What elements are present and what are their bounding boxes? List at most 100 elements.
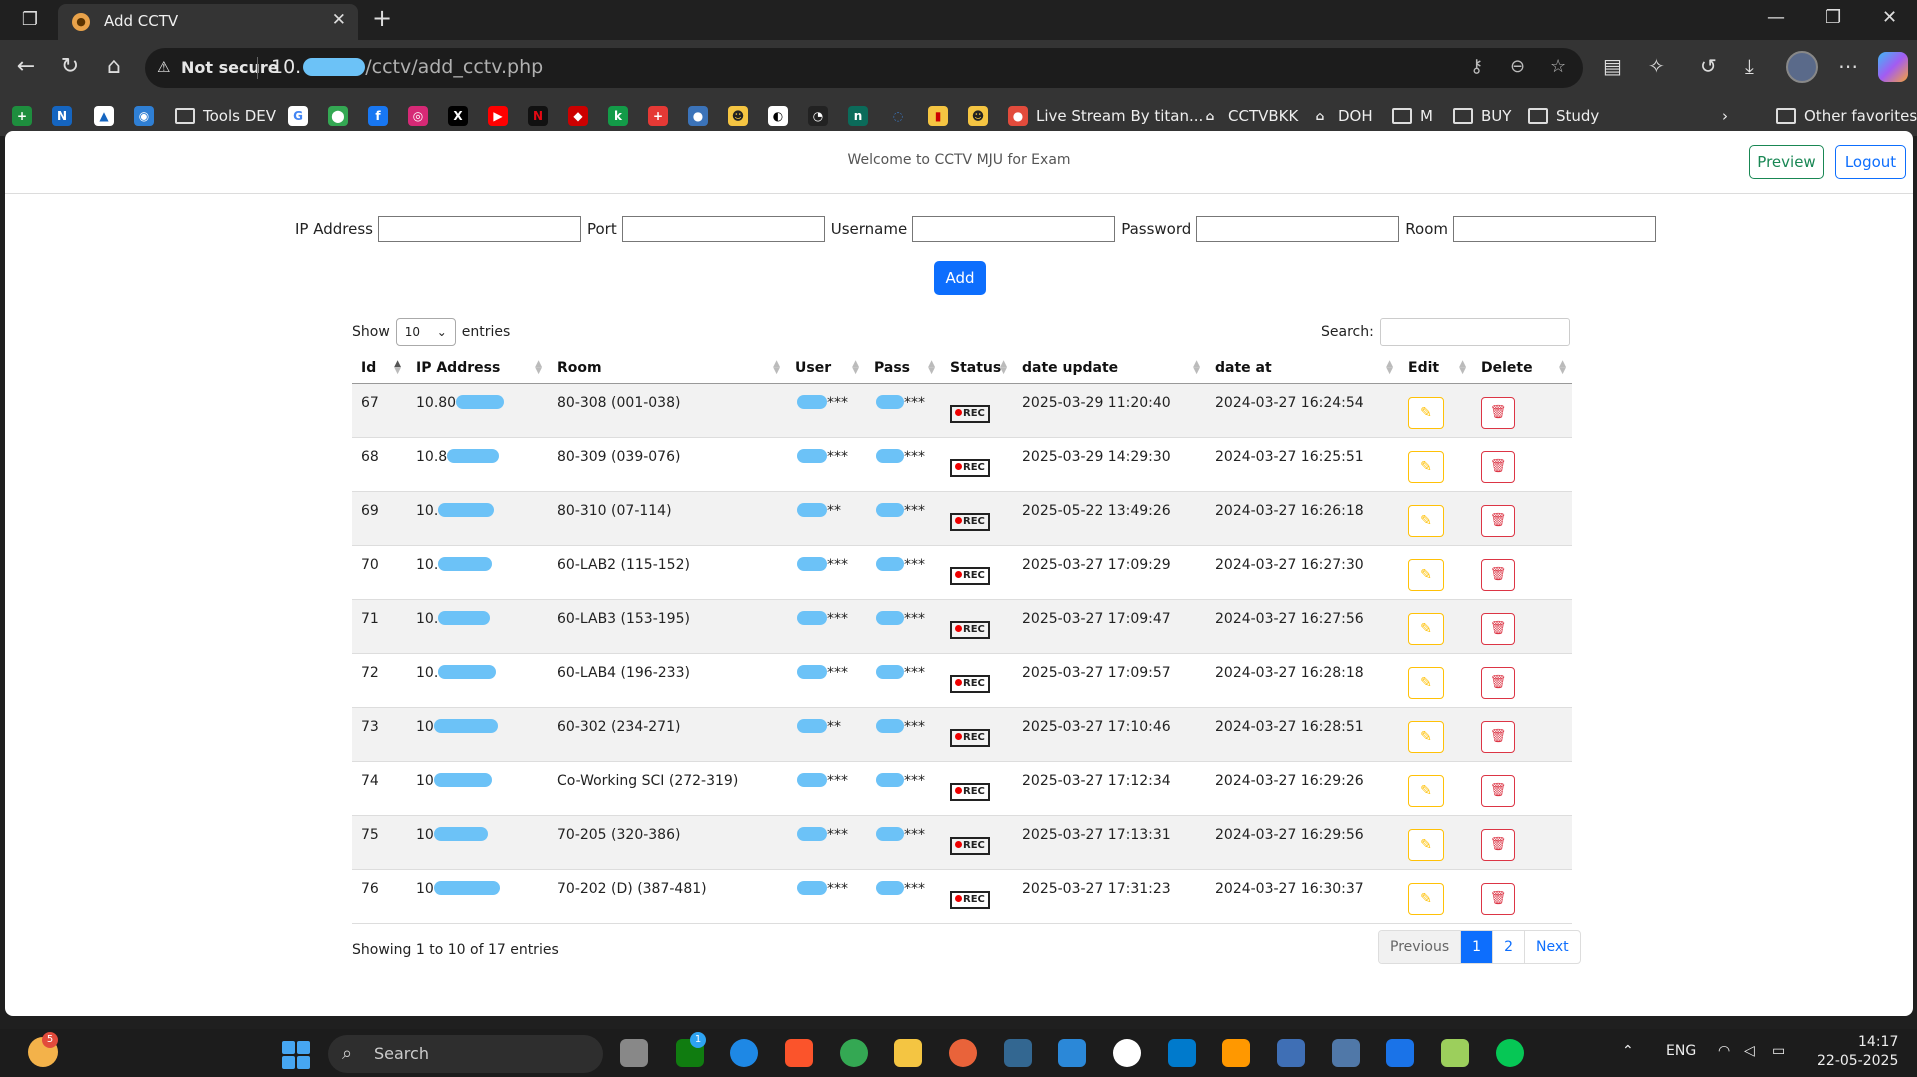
n8n-fav-icon[interactable]: n bbox=[848, 104, 868, 128]
postgres-icon[interactable] bbox=[1004, 1039, 1032, 1067]
restore-icon[interactable]: ❐ bbox=[1825, 7, 1841, 28]
line-icon[interactable] bbox=[1496, 1039, 1524, 1067]
bookmark-live-stream[interactable]: ● Live Stream By titan... bbox=[1008, 104, 1203, 128]
file-explorer-icon[interactable] bbox=[894, 1039, 922, 1067]
column-header[interactable]: Edit ▲ ▼ bbox=[1399, 353, 1472, 384]
notepad-icon[interactable] bbox=[1058, 1039, 1086, 1067]
workspaces-icon[interactable]: ❐ bbox=[18, 8, 42, 32]
language-indicator[interactable]: ENG bbox=[1666, 1043, 1696, 1059]
edit-button[interactable]: ✎ bbox=[1408, 450, 1444, 483]
bookmark-folder-tools-dev[interactable]: Tools DEV bbox=[175, 104, 276, 128]
bookmark-doh[interactable]: ⌂ DOH bbox=[1310, 104, 1373, 128]
sheets-fav-icon[interactable]: + bbox=[12, 104, 32, 128]
delete-button[interactable]: 🗑 bbox=[1481, 558, 1515, 591]
netflix-fav-icon[interactable]: N bbox=[528, 104, 548, 128]
username-input[interactable] bbox=[912, 216, 1116, 242]
delete-button[interactable]: 🗑 bbox=[1481, 504, 1515, 537]
bookmark-cctvbkk[interactable]: ⌂ CCTVBKK bbox=[1200, 104, 1299, 128]
home-icon[interactable]: ⌂ bbox=[100, 54, 128, 79]
address-bar[interactable]: ⚠ Not secure 10. /cctv/add_cctv.php ⚷ ⊖ ☆ bbox=[145, 48, 1583, 88]
delete-button[interactable]: 🗑 bbox=[1481, 828, 1515, 861]
browser-tab[interactable]: ● Add CCTV ✕ bbox=[58, 4, 358, 40]
delete-button[interactable]: 🗑 bbox=[1481, 396, 1515, 429]
profile-avatar[interactable] bbox=[1786, 51, 1818, 83]
logout-button[interactable]: Logout bbox=[1835, 145, 1906, 179]
page-2-button[interactable]: 2 bbox=[1493, 931, 1526, 963]
green-fav-icon[interactable]: k bbox=[608, 104, 628, 128]
bookmark-folder-buy[interactable]: BUY bbox=[1453, 104, 1511, 128]
bookmark-folder-study[interactable]: Study bbox=[1528, 104, 1599, 128]
battery-icon[interactable]: ▭ bbox=[1772, 1043, 1785, 1059]
photos-icon[interactable] bbox=[949, 1039, 977, 1067]
vscode-icon[interactable] bbox=[1168, 1039, 1196, 1067]
x-fav-icon[interactable]: X bbox=[448, 104, 468, 128]
edit-button[interactable]: ✎ bbox=[1408, 504, 1444, 537]
key-icon[interactable]: ⚷ bbox=[1470, 56, 1483, 77]
bookmark-folder-m[interactable]: M bbox=[1392, 104, 1433, 128]
delete-button[interactable]: 🗑 bbox=[1481, 450, 1515, 483]
url-text[interactable]: 10. /cctv/add_cctv.php bbox=[271, 56, 543, 78]
wifi-icon[interactable]: ◠ bbox=[1718, 1043, 1730, 1059]
column-header[interactable]: date at ▲ ▼ bbox=[1206, 353, 1399, 384]
ip-address-input[interactable] bbox=[377, 216, 581, 242]
github-fav-icon[interactable]: ◐ bbox=[768, 104, 788, 128]
edit-button[interactable]: ✎ bbox=[1408, 396, 1444, 429]
gh2-fav-icon[interactable]: ☻ bbox=[968, 104, 988, 128]
start-button[interactable] bbox=[282, 1041, 310, 1069]
next-page-button[interactable]: Next bbox=[1525, 931, 1580, 963]
delete-button[interactable]: 🗑 bbox=[1481, 666, 1515, 699]
delete-button[interactable]: 🗑 bbox=[1481, 882, 1515, 915]
password-input[interactable] bbox=[1196, 216, 1400, 242]
edge-icon[interactable] bbox=[730, 1039, 758, 1067]
flag-fav-icon[interactable]: ▮ bbox=[928, 104, 948, 128]
column-header[interactable]: Delete ▲ ▼ bbox=[1472, 353, 1572, 384]
window-close-icon[interactable]: ✕ bbox=[1882, 7, 1897, 28]
more-menu-icon[interactable]: ⋯ bbox=[1838, 54, 1858, 78]
cross-fav-icon[interactable]: + bbox=[648, 104, 668, 128]
port-input[interactable] bbox=[621, 216, 825, 242]
google-fav-icon[interactable]: G bbox=[288, 104, 308, 128]
maps-fav-icon[interactable]: ⬤ bbox=[328, 104, 348, 128]
remote-desktop-icon[interactable] bbox=[1277, 1039, 1305, 1067]
edit-button[interactable]: ✎ bbox=[1408, 882, 1444, 915]
delete-button[interactable]: 🗑 bbox=[1481, 774, 1515, 807]
chevron-right-icon[interactable]: › bbox=[1722, 104, 1728, 128]
copilot-icon[interactable] bbox=[1878, 52, 1908, 82]
taskbar-search[interactable]: ⌕ Search bbox=[328, 1035, 603, 1073]
column-header[interactable]: Id ▲ ▼ bbox=[352, 353, 407, 384]
extensions-icon[interactable]: ✧ bbox=[1648, 54, 1665, 78]
previous-page-button[interactable]: Previous bbox=[1379, 931, 1462, 963]
table-search-input[interactable] bbox=[1379, 318, 1570, 346]
gh-fav-icon[interactable]: ☻ bbox=[728, 104, 748, 128]
back-icon[interactable]: ← bbox=[12, 54, 40, 79]
drop-fav-icon[interactable]: ▲ bbox=[94, 104, 114, 128]
preview-button[interactable]: Preview bbox=[1749, 145, 1824, 179]
column-header[interactable]: Status ▲ ▼ bbox=[941, 353, 1013, 384]
n-fav-icon[interactable]: N bbox=[52, 104, 72, 128]
gauge-fav-icon[interactable]: ◔ bbox=[808, 104, 828, 128]
zoom-icon[interactable]: ⊖ bbox=[1510, 56, 1525, 77]
collections-icon[interactable]: ▤ bbox=[1603, 54, 1622, 78]
tray-chevron-icon[interactable]: ⌃ bbox=[1622, 1043, 1634, 1059]
column-header[interactable]: date update ▲ ▼ bbox=[1013, 353, 1206, 384]
loading-fav-icon[interactable]: ◌ bbox=[888, 104, 908, 128]
entries-select[interactable]: 10 ⌄ bbox=[395, 318, 456, 346]
favorite-star-icon[interactable]: ☆ bbox=[1550, 56, 1566, 77]
other-favorites[interactable]: Other favorites bbox=[1776, 104, 1917, 128]
task-view-icon[interactable] bbox=[620, 1039, 648, 1067]
red-fav-icon[interactable]: ◆ bbox=[568, 104, 588, 128]
edit-button[interactable]: ✎ bbox=[1408, 558, 1444, 591]
column-header[interactable]: IP Address ▲ ▼ bbox=[407, 353, 548, 384]
column-header[interactable]: User ▲ ▼ bbox=[786, 353, 865, 384]
mremoteng-icon[interactable] bbox=[1332, 1039, 1360, 1067]
column-header[interactable]: Room ▲ ▼ bbox=[548, 353, 786, 384]
instagram-fav-icon[interactable]: ◎ bbox=[408, 104, 428, 128]
brave-icon[interactable] bbox=[785, 1039, 813, 1067]
github-desktop-icon[interactable] bbox=[1113, 1039, 1141, 1067]
reload-icon[interactable]: ↻ bbox=[56, 54, 84, 79]
sublime-icon[interactable] bbox=[1222, 1039, 1250, 1067]
chrome-icon[interactable] bbox=[840, 1039, 868, 1067]
edit-button[interactable]: ✎ bbox=[1408, 612, 1444, 645]
edit-button[interactable]: ✎ bbox=[1408, 828, 1444, 861]
add-button[interactable]: Add bbox=[934, 261, 986, 295]
